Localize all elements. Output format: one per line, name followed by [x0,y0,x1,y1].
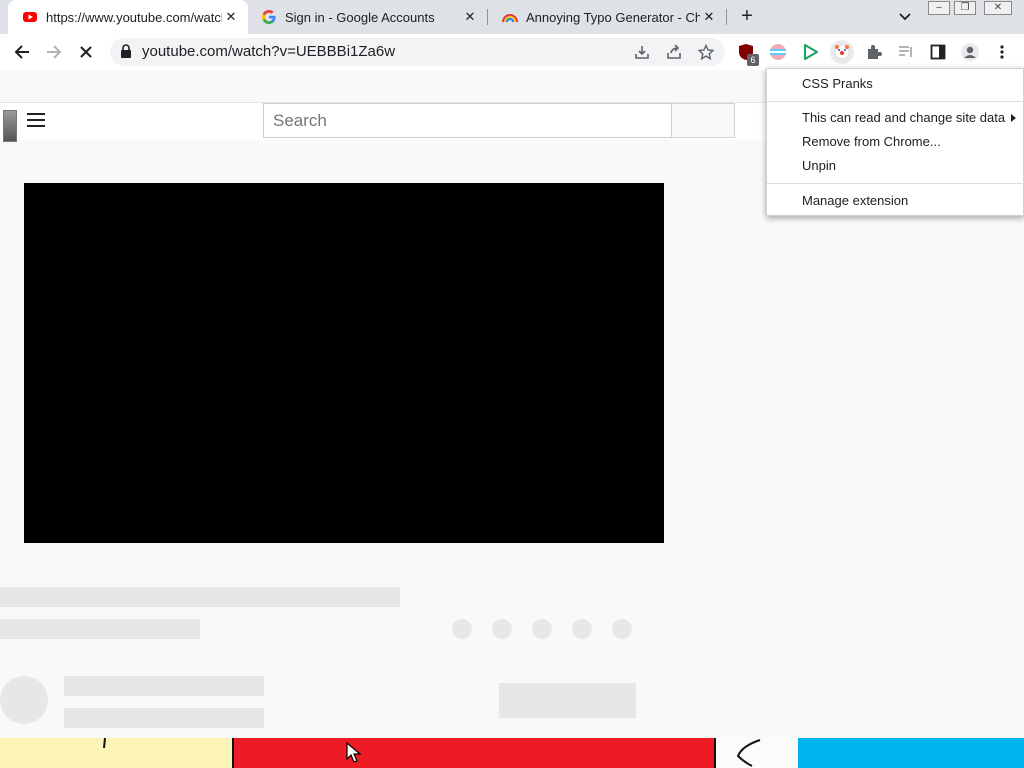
chevron-down-icon[interactable] [896,8,914,26]
sketch-mark [103,738,106,749]
menu-item-manage-extension[interactable]: Manage extension [802,193,908,208]
media-controls-icon[interactable] [896,42,916,62]
tab-title: Annoying Typo Generator - Chrome Web Sto… [526,9,700,25]
strip-yellow [0,738,232,768]
menu-extension-name[interactable]: CSS Pranks [802,76,873,91]
menu-item-site-access[interactable]: This can read and change site data [802,110,1005,125]
minimize-window-button[interactable]: – [928,1,950,15]
close-icon[interactable]: ✕ [222,8,240,26]
action-skeleton-dot [492,619,512,639]
tab-strip: https://www.youtube.com/watch?v=UEBBBi1Z… [0,0,1024,34]
action-skeleton-dot [532,619,552,639]
title-skeleton [0,587,400,607]
google-icon [261,9,277,25]
action-skeleton-dot [612,619,632,639]
forward-arrow-icon[interactable] [42,40,66,64]
sketch-mark [736,739,761,767]
stop-loading-icon[interactable] [74,40,98,64]
extension-context-menu: CSS Pranks This can read and change site… [766,68,1024,216]
bookmark-star-icon[interactable] [697,43,715,61]
lock-icon[interactable] [120,44,132,58]
submenu-arrow-icon [1011,114,1016,122]
tab-google-accounts[interactable]: Sign in - Google Accounts ✕ [247,0,487,34]
subscribe-button-skeleton [499,683,636,718]
back-arrow-icon[interactable] [10,40,34,64]
play-icon[interactable] [800,42,820,62]
close-icon[interactable]: ✕ [700,8,718,26]
pride-flag-icon[interactable] [768,42,788,62]
extension-badge: 6 [747,54,759,66]
youtube-search-input[interactable]: Search [263,103,672,138]
profile-avatar-icon[interactable] [960,42,980,62]
menu-item-remove[interactable]: Remove from Chrome... [802,134,941,149]
menu-item-unpin[interactable]: Unpin [802,158,836,173]
clown-face-icon[interactable] [830,40,854,64]
mouse-cursor-icon [346,742,362,763]
restore-window-button[interactable]: ❐ [954,1,976,15]
action-skeleton-dot [452,619,472,639]
menu-separator [767,101,1024,102]
install-app-icon[interactable] [633,43,651,61]
side-panel-icon[interactable] [928,42,948,62]
bottom-color-strip [0,738,1024,768]
strip-blue [798,738,1024,768]
close-window-button[interactable]: ✕ [984,1,1012,15]
tab-youtube[interactable]: https://www.youtube.com/watch?v=UEBBBi1Z… [8,0,248,34]
strip-red [232,738,716,768]
tab-separator [726,9,727,25]
action-skeleton-dot [572,619,592,639]
channel-avatar-skeleton [0,676,48,724]
broken-logo-image[interactable] [3,110,17,142]
channel-name-skeleton [64,676,264,696]
new-tab-plus-icon[interactable]: + [737,6,757,27]
close-icon[interactable]: ✕ [461,8,479,26]
youtube-icon [22,9,38,25]
hamburger-menu-icon[interactable] [27,113,45,127]
tab-title: Sign in - Google Accounts [285,9,435,25]
puzzle-extensions-icon[interactable] [864,42,884,62]
url-text[interactable]: youtube.com/watch?v=UEBBBi1Za6w [142,43,395,60]
kebab-menu-icon[interactable] [992,42,1012,62]
subscribers-skeleton [64,708,264,728]
menu-separator [767,183,1024,184]
search-placeholder: Search [273,111,327,130]
youtube-search-button[interactable] [671,103,735,138]
video-player[interactable] [24,183,664,543]
views-skeleton [0,619,200,639]
share-icon[interactable] [665,43,683,61]
rainbow-icon [502,9,518,25]
tab-title: https://www.youtube.com/watch?v=UEBBBi1Z… [46,9,222,25]
tab-typo-generator[interactable]: Annoying Typo Generator - Chrome Web Sto… [488,0,726,34]
